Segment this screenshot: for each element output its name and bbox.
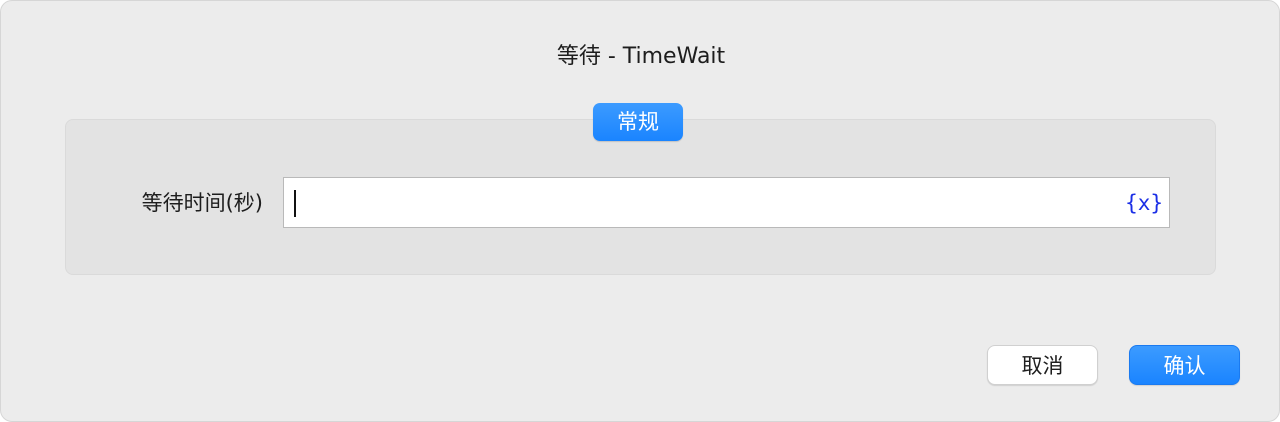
wait-time-label: 等待时间(秒) xyxy=(141,191,263,215)
time-wait-dialog: 等待 - TimeWait 常规 等待时间(秒) {x} 取消 确认 xyxy=(0,0,1280,422)
tab-general[interactable]: 常规 xyxy=(593,103,683,141)
dialog-title: 等待 - TimeWait xyxy=(556,44,726,69)
wait-time-input[interactable]: {x} xyxy=(283,177,1170,228)
cancel-button[interactable]: 取消 xyxy=(987,345,1098,385)
variable-icon[interactable]: {x} xyxy=(1125,188,1163,218)
text-caret xyxy=(294,190,296,217)
confirm-button[interactable]: 确认 xyxy=(1129,345,1240,385)
